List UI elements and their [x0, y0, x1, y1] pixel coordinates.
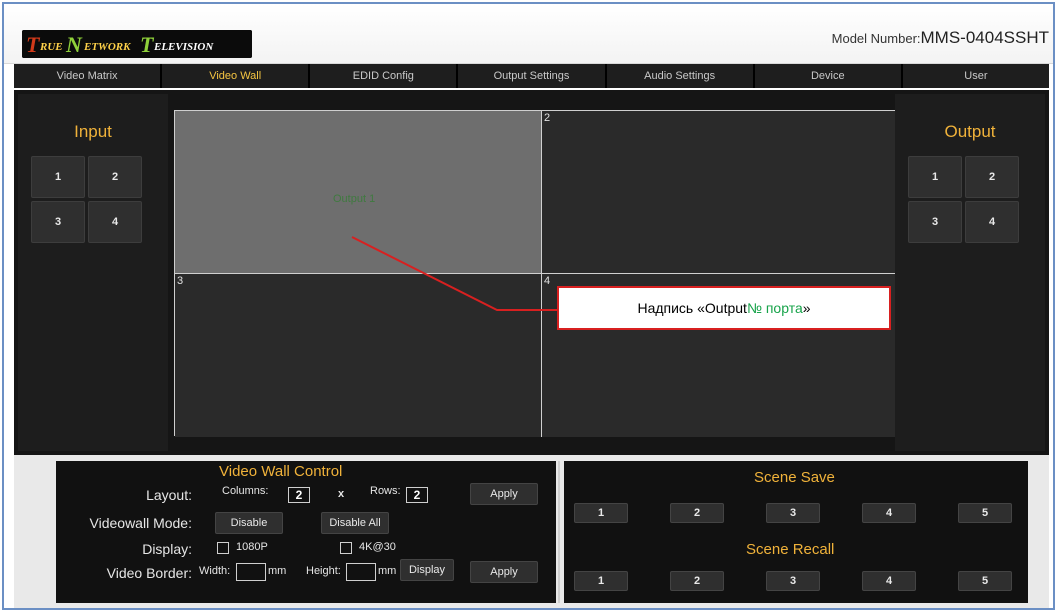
model-label: Model Number:: [831, 31, 921, 46]
border-width-input[interactable]: [236, 563, 266, 581]
height-unit: mm: [378, 565, 397, 577]
disable-all-button[interactable]: Disable All: [321, 512, 389, 534]
display-border-button[interactable]: Display: [400, 559, 454, 581]
tab-video-matrix[interactable]: Video Matrix: [14, 64, 161, 88]
brand-logo: T RUE N ETWORK T ELEVISION: [22, 30, 252, 58]
scene-save-title: Scene Save: [754, 469, 835, 486]
height-label: Height:: [306, 565, 341, 577]
scene-recall-4[interactable]: 4: [862, 571, 916, 591]
control-title: Video Wall Control: [219, 463, 343, 480]
tab-video-wall[interactable]: Video Wall: [162, 64, 309, 88]
scene-save-4[interactable]: 4: [862, 503, 916, 523]
4k30-label: 4K@30: [359, 541, 396, 553]
scene-save-2[interactable]: 2: [670, 503, 724, 523]
grid-divider: [175, 273, 909, 274]
scene-recall-title: Scene Recall: [746, 541, 835, 558]
annotation-prefix: Надпись «Output: [637, 300, 747, 316]
output-port-1[interactable]: 1: [908, 156, 962, 198]
4k30-checkbox[interactable]: [340, 542, 352, 554]
tab-user[interactable]: User: [902, 64, 1049, 88]
display-label: Display:: [142, 541, 192, 557]
cell-output-label: Output 1: [333, 193, 376, 205]
border-label: Video Border:: [106, 565, 192, 581]
annotation-suffix: »: [802, 300, 811, 316]
width-unit: mm: [268, 565, 287, 577]
wall-cell-2[interactable]: 2: [542, 111, 909, 273]
rows-label: Rows:: [370, 485, 401, 497]
scene-panel: Scene Save 1 2 3 4 5 Scene Recall 1 2 3 …: [564, 461, 1028, 603]
output-port-4[interactable]: 4: [965, 201, 1019, 243]
times-symbol: x: [338, 488, 345, 500]
input-port-2[interactable]: 2: [88, 156, 142, 198]
input-panel: Input 1 2 3 4: [18, 94, 168, 451]
layout-label: Layout:: [146, 487, 192, 503]
apply-border-button[interactable]: Apply: [470, 561, 538, 583]
cell-number: 3: [177, 275, 184, 287]
input-title: Input: [74, 122, 112, 141]
mode-label: Videowall Mode:: [89, 515, 192, 531]
scene-recall-3[interactable]: 3: [766, 571, 820, 591]
apply-layout-button[interactable]: Apply: [470, 483, 538, 505]
cell-number: 2: [544, 112, 551, 124]
input-port-3[interactable]: 3: [31, 201, 85, 243]
tab-device[interactable]: Device: [754, 64, 901, 88]
scene-save-3[interactable]: 3: [766, 503, 820, 523]
header: T RUE N ETWORK T ELEVISION Model Number:…: [4, 4, 1053, 64]
cell-number: 4: [544, 275, 551, 287]
video-wall-grid: Output 1 2 3 4: [174, 110, 909, 437]
1080p-label: 1080P: [236, 541, 268, 553]
svg-text:T: T: [140, 32, 155, 57]
main-nav: Video Matrix Video Wall EDID Config Outp…: [14, 64, 1049, 88]
wall-cell-1[interactable]: Output 1: [175, 111, 541, 273]
wall-cell-3[interactable]: 3: [175, 274, 541, 437]
video-wall-control-panel: Video Wall Control Layout: Columns: 2 x …: [56, 461, 556, 603]
input-port-1[interactable]: 1: [31, 156, 85, 198]
scene-recall-1[interactable]: 1: [574, 571, 628, 591]
svg-text:ELEVISION: ELEVISION: [153, 41, 214, 53]
output-panel: Output 1 2 3 4: [895, 94, 1045, 451]
annotation-highlight: № порта: [746, 300, 803, 316]
border-height-input[interactable]: [346, 563, 376, 581]
tab-edid-config[interactable]: EDID Config: [310, 64, 457, 88]
annotation-callout: Надпись «Output № порта»: [557, 286, 891, 330]
grid-divider: [541, 111, 542, 437]
tab-audio-settings[interactable]: Audio Settings: [606, 64, 753, 88]
panel-separator: [558, 461, 560, 603]
model-value: MMS-0404SSHT: [920, 28, 1049, 47]
scene-recall-2[interactable]: 2: [670, 571, 724, 591]
scene-save-5[interactable]: 5: [958, 503, 1012, 523]
svg-text:T: T: [26, 32, 41, 57]
tab-output-settings[interactable]: Output Settings: [458, 64, 605, 88]
svg-text:N: N: [65, 32, 83, 57]
width-label: Width:: [199, 565, 231, 577]
model-number: Model Number:MMS-0404SSHT: [832, 28, 1049, 48]
columns-label: Columns:: [222, 485, 269, 497]
disable-button[interactable]: Disable: [215, 512, 283, 534]
rows-input[interactable]: 2: [406, 487, 428, 503]
columns-input[interactable]: 2: [288, 487, 310, 503]
input-port-4[interactable]: 4: [88, 201, 142, 243]
scene-save-1[interactable]: 1: [574, 503, 628, 523]
control-area: Video Wall Control Layout: Columns: 2 x …: [14, 455, 1049, 608]
output-port-2[interactable]: 2: [965, 156, 1019, 198]
output-title: Output: [944, 122, 996, 141]
1080p-checkbox[interactable]: [217, 542, 229, 554]
output-port-3[interactable]: 3: [908, 201, 962, 243]
scene-recall-5[interactable]: 5: [958, 571, 1012, 591]
svg-text:RUE: RUE: [39, 41, 63, 53]
svg-text:ETWORK: ETWORK: [83, 41, 131, 53]
video-wall-workspace: Input 1 2 3 4 Output 1 2 3 4 Output 1 2 …: [14, 90, 1049, 455]
app-frame: T RUE N ETWORK T ELEVISION Model Number:…: [2, 2, 1055, 610]
